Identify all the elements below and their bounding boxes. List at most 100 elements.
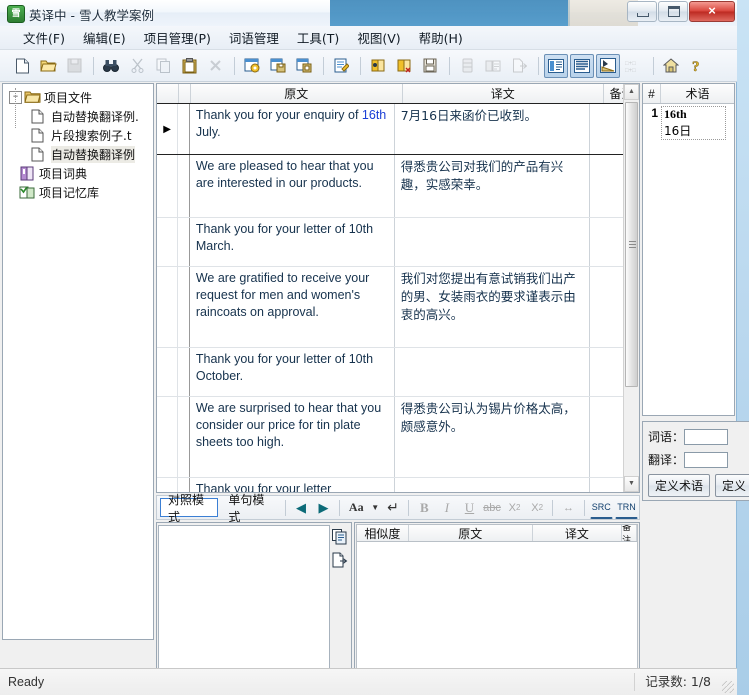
tree-node-project-dictionary[interactable]: 项目词典 [7,164,153,183]
note-cell[interactable] [590,104,624,154]
memory-header-source[interactable]: 原文 [409,525,533,541]
table-row[interactable]: ▶ Thank you for your enquiry of 16th Jul… [157,103,624,155]
source-cell[interactable]: We are gratified to receive your request… [190,267,395,347]
delete-x-icon[interactable] [203,54,227,78]
source-cell[interactable]: We are surprised to hear that you consid… [190,397,395,477]
word-input[interactable] [684,428,729,445]
target-cell[interactable] [395,218,590,266]
dropdown-caret-icon[interactable]: ▼ [370,497,381,519]
project-settings-icon[interactable] [240,54,264,78]
memory-header-similarity[interactable]: 相似度 [357,525,409,541]
menu-tools[interactable]: 工具(T) [288,25,348,50]
width-icon[interactable]: ↔ [558,497,579,519]
note-cell[interactable] [590,218,624,266]
dictionary-delete-icon[interactable] [392,54,416,78]
expand-rows-icon[interactable]: □+□ □+□ [622,54,646,78]
term-header-num[interactable]: # [643,84,661,103]
scroll-down-arrow-icon[interactable]: ▼ [624,476,639,492]
table-row[interactable]: Thank you for your letter of 10th March. [157,218,624,267]
target-cell[interactable]: 7月16日来函价已收到。 [395,104,590,154]
target-cell[interactable]: 得悉贵公司认为锡片价格太高，颇感意外。 [395,397,590,477]
dictionary-add-icon[interactable] [366,54,390,78]
prev-arrow-icon[interactable]: ◀ [291,497,312,519]
translation-input[interactable] [684,451,729,468]
note-cell[interactable] [590,155,624,217]
scrollbar-thumb[interactable] [625,102,638,387]
align-table-icon[interactable] [481,54,505,78]
menu-file[interactable]: 文件(F) [14,25,74,50]
grid-header-source[interactable]: 原文 [191,84,403,103]
menu-view[interactable]: 视图(V) [348,25,409,50]
translation-grid[interactable]: 原文 译文 备注 ▶ Thank you for your enquiry of… [156,83,640,493]
underline-icon[interactable]: U [459,497,480,519]
binoculars-search-icon[interactable] [99,54,123,78]
define-other-button[interactable]: 定义 [715,474,749,497]
source-cell[interactable]: Thank you for your letter of 10th Octobe… [190,348,395,396]
help-question-icon[interactable]: ? [685,54,709,78]
source-cell[interactable]: Thank you for your letter of 10th March. [190,218,395,266]
home-icon[interactable] [659,54,683,78]
minimize-button[interactable] [627,1,657,22]
menu-help[interactable]: 帮助(H) [410,25,472,50]
font-aa-icon[interactable]: Aa [345,497,368,519]
term-header-term[interactable]: 术语 [661,84,734,103]
table-row[interactable]: Thank you for your letter of 10th Octobe… [157,348,624,397]
note-cell[interactable] [590,348,624,396]
return-enter-icon[interactable]: ↵ [383,497,404,519]
paste-clipboard-icon[interactable] [177,54,201,78]
open-folder-icon[interactable] [36,54,60,78]
database-icon[interactable] [455,54,479,78]
layout-compare-icon[interactable] [544,53,568,78]
tree-node-file-1[interactable]: 自动替换翻译例. [7,88,153,128]
cut-scissors-icon[interactable] [125,54,149,78]
tree-node-project-memory[interactable]: 项目记忆库 [7,183,153,202]
source-cell[interactable]: We are pleased to hear that you are inte… [190,155,395,217]
target-cell[interactable]: 得悉贵公司对我们的产品有兴趣，实感荣幸。 [395,155,590,217]
layout-select-icon[interactable] [596,53,620,78]
restore-button[interactable] [658,1,688,22]
note-cell[interactable] [590,478,624,492]
note-cell[interactable] [590,267,624,347]
tree-node-project-files[interactable]: − 项目文件 [7,88,153,107]
list-item[interactable]: 1 16th 16日 [643,106,734,140]
memory-save-icon[interactable] [418,54,442,78]
memory-header-note[interactable]: 备注 [622,525,638,541]
note-cell[interactable] [590,397,624,477]
project-export-icon[interactable] [292,54,316,78]
table-row[interactable]: We are surprised to hear that you consid… [157,397,624,478]
menu-terms[interactable]: 词语管理 [220,25,288,50]
superscript-icon[interactable]: X2 [504,497,525,519]
menu-project[interactable]: 项目管理(P) [135,25,220,50]
source-cell[interactable]: Thank you for your enquiry of 16th July. [190,104,395,154]
edit-document-icon[interactable] [329,54,353,78]
source-src-icon[interactable]: SRC [589,496,613,519]
copy-icon[interactable] [151,54,175,78]
target-cell[interactable] [395,478,590,492]
tab-compare-mode[interactable]: 对照模式 [160,493,219,524]
italic-icon[interactable]: I [437,497,458,519]
subscript-icon[interactable]: X2 [527,497,548,519]
export-arrow-icon[interactable] [507,54,531,78]
tree-node-file-2[interactable]: 片段搜索例子.t [7,126,153,145]
source-cell[interactable]: Thank you for your letter [190,478,395,492]
target-cell[interactable] [395,348,590,396]
bold-icon[interactable]: B [414,497,435,519]
project-save-icon[interactable] [266,54,290,78]
term-list-panel[interactable]: # 术语 1 16th 16日 [642,83,735,416]
table-row[interactable]: We are pleased to hear that you are inte… [157,155,624,218]
target-trn-icon[interactable]: TRN [614,496,639,519]
tree-node-file-3[interactable]: 自动替换翻译例 [7,145,153,164]
copy-to-target-icon[interactable] [331,527,349,547]
close-button[interactable]: × [689,1,735,22]
tab-single-mode[interactable]: 单句模式 [220,493,278,524]
table-row[interactable]: We are gratified to receive your request… [157,267,624,348]
table-row[interactable]: Thank you for your letter [157,478,624,492]
target-cell[interactable]: 我们对您提出有意试销我们出产的男、女装雨衣的要求谨表示由衷的高兴。 [395,267,590,347]
insert-segment-icon[interactable] [331,550,349,570]
grid-header-target[interactable]: 译文 [403,84,605,103]
scroll-up-arrow-icon[interactable]: ▲ [624,84,639,100]
project-tree-panel[interactable]: − 项目文件 自动替换翻译例. 片段搜索例子.t 自动替换翻译例 项目词典 项目… [2,83,154,640]
save-icon[interactable] [62,54,86,78]
grid-vertical-scrollbar[interactable]: ▲ ▼ [623,84,639,492]
strikethrough-icon[interactable]: abc [482,497,503,519]
